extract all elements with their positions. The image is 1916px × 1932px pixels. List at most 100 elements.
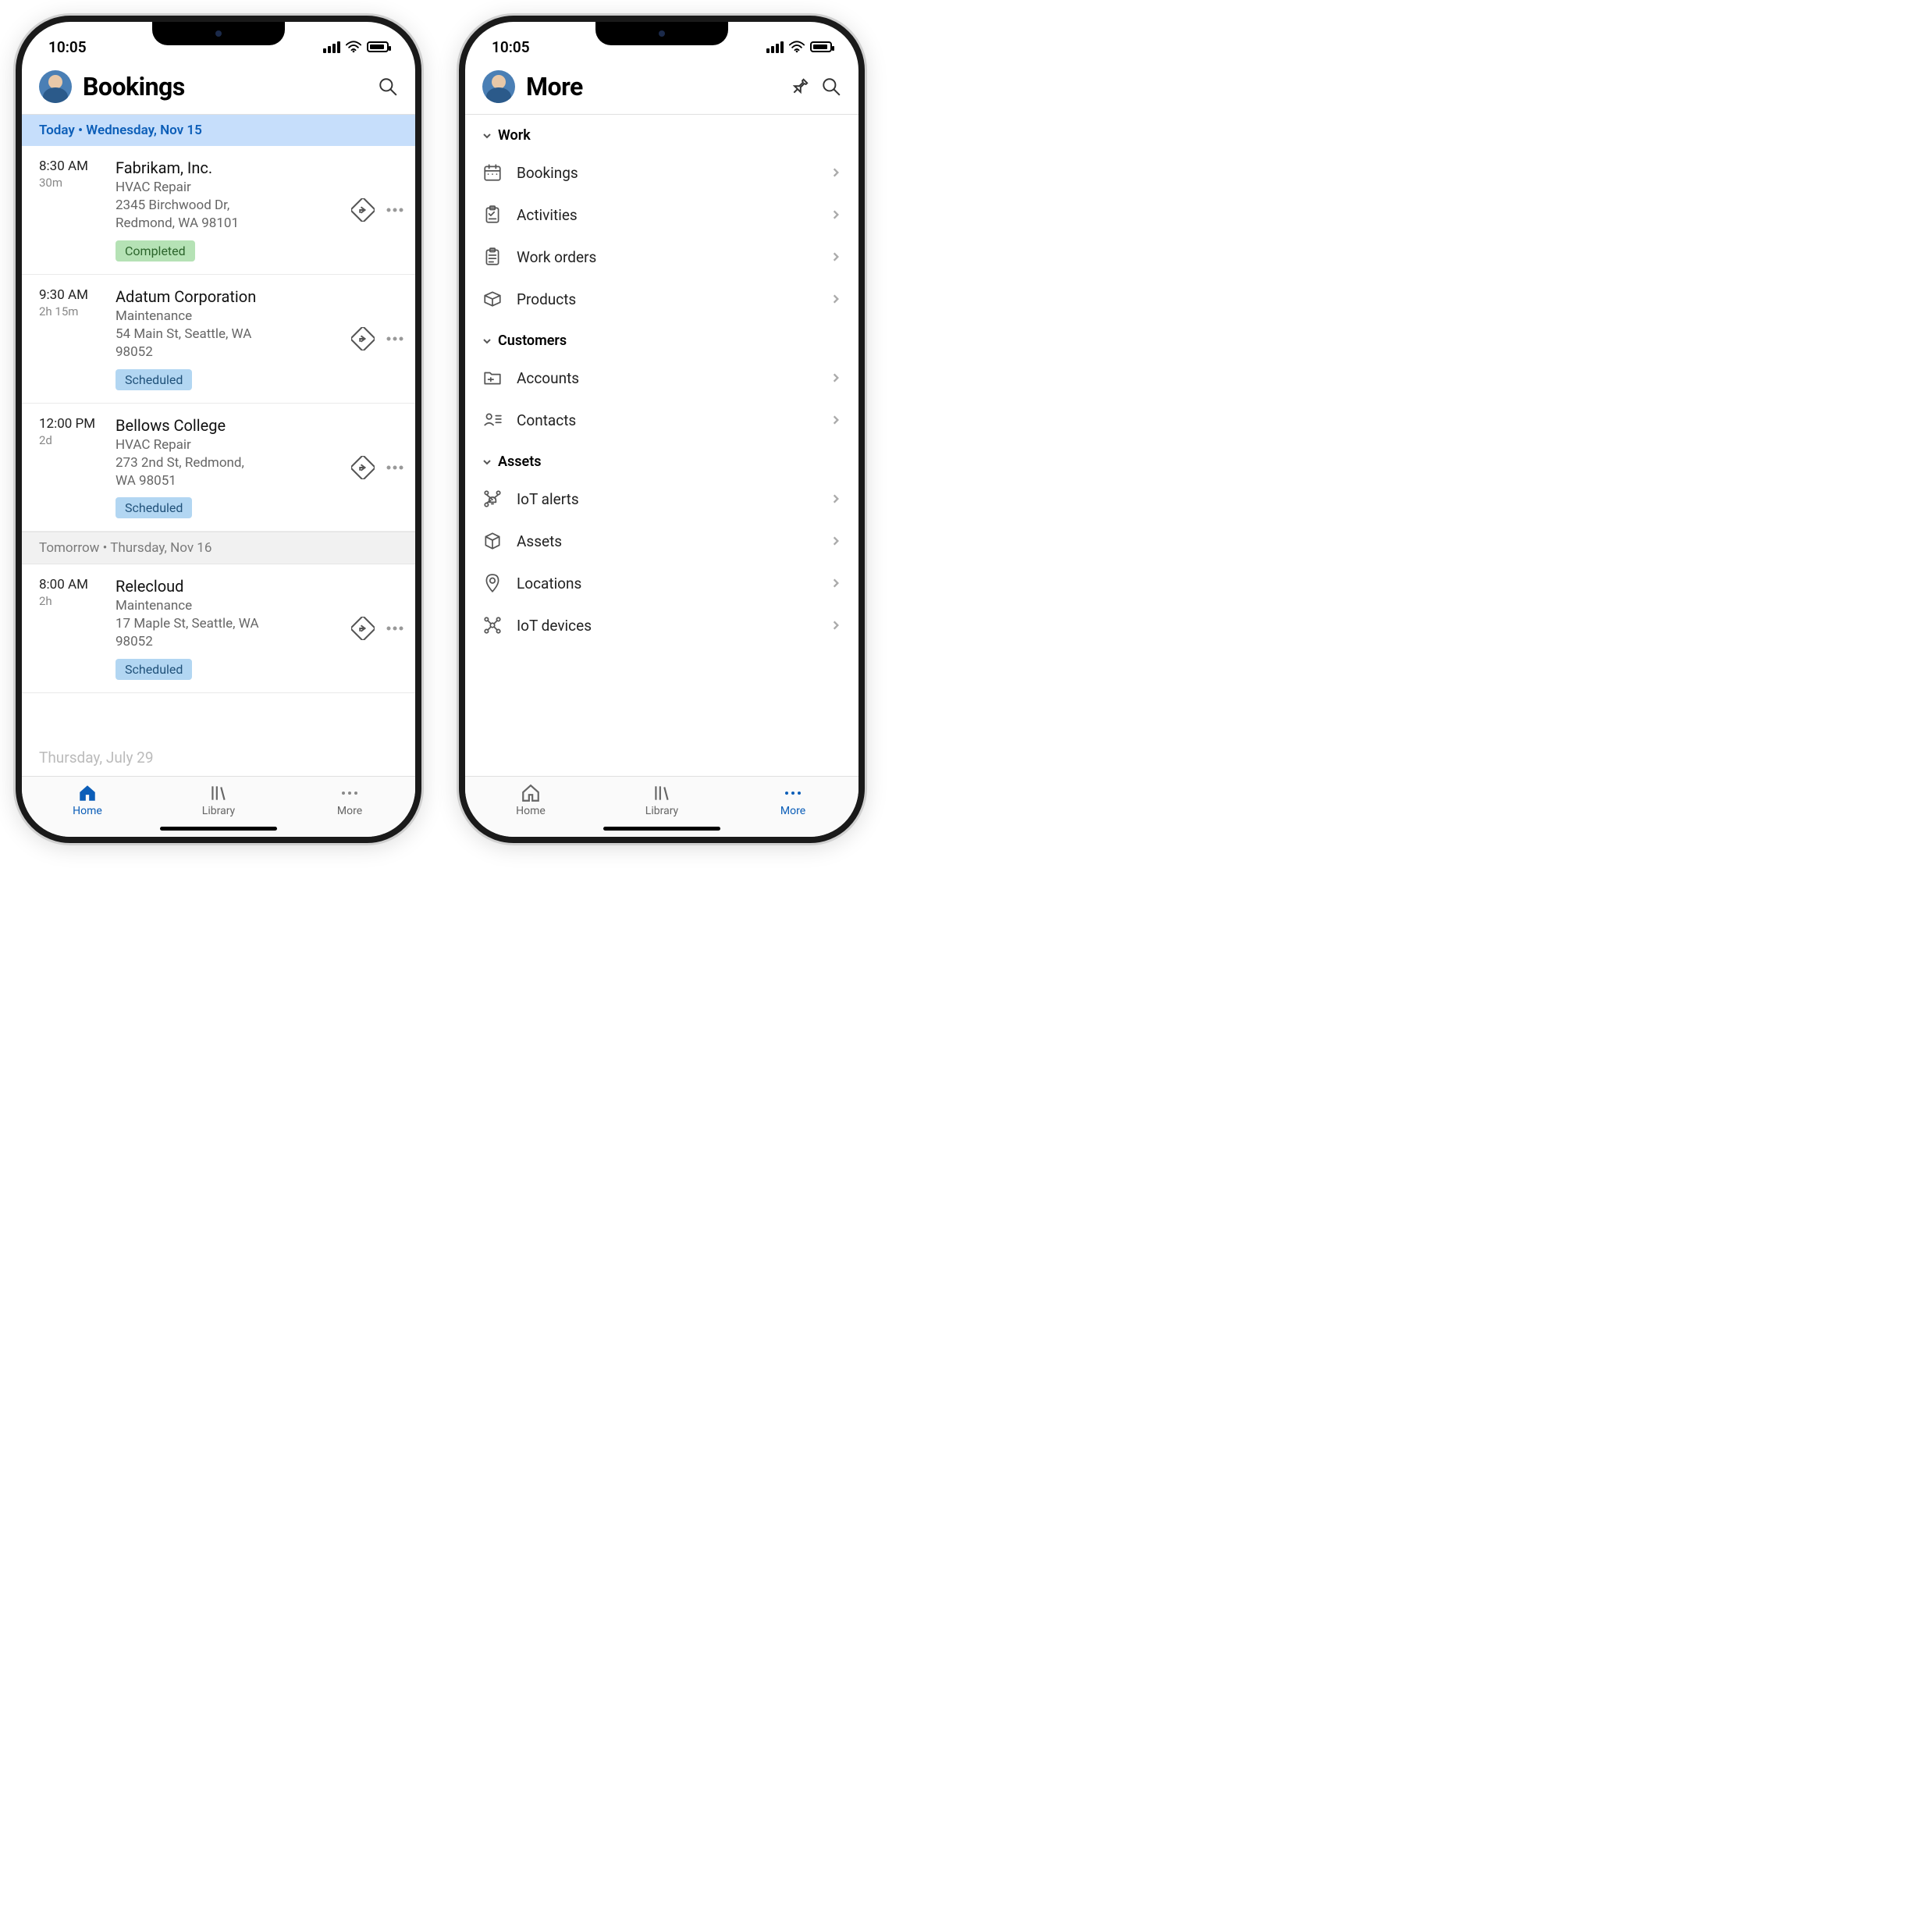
menu-item-label: IoT alerts — [517, 490, 816, 508]
chevron-right-icon — [830, 493, 841, 504]
booking-row[interactable]: 8:00 AM 2h Relecloud Maintenance 17 Mapl… — [22, 564, 415, 693]
menu-item-label: Accounts — [517, 369, 816, 387]
booking-address-line1: 54 Main St, Seattle, WA — [116, 326, 343, 343]
menu-item-assets[interactable]: Assets — [465, 520, 858, 562]
booking-status-badge: Scheduled — [116, 369, 192, 390]
tab-bar: Home Library More — [465, 776, 858, 837]
tab-library-label: Library — [202, 805, 235, 817]
menu-item-label: Assets — [517, 532, 816, 550]
section-label: Customers — [498, 333, 567, 349]
booking-status-badge: Scheduled — [116, 497, 192, 518]
search-icon[interactable] — [821, 76, 841, 97]
directions-icon[interactable] — [351, 198, 375, 222]
battery-icon — [367, 41, 389, 52]
ghost-date: Thursday, July 29 — [39, 749, 154, 767]
avatar[interactable] — [39, 70, 72, 103]
menu-item-contacts[interactable]: Contacts — [465, 399, 858, 441]
search-icon[interactable] — [378, 76, 398, 97]
phone-notch — [595, 22, 728, 45]
menu-item-activities[interactable]: Activities — [465, 194, 858, 236]
directions-icon[interactable] — [351, 617, 375, 640]
more-actions-icon[interactable] — [386, 465, 404, 470]
bookings-list[interactable]: Today • Wednesday, Nov 15 8:30 AM 30m Fa… — [22, 115, 415, 776]
tab-more[interactable]: More — [750, 783, 836, 817]
section-header-customers[interactable]: Customers — [465, 320, 858, 357]
booking-row[interactable]: 9:30 AM 2h 15m Adatum Corporation Mainte… — [22, 275, 415, 404]
menu-item-label: Bookings — [517, 164, 816, 182]
booking-address-line2: Redmond, WA 98101 — [116, 215, 343, 233]
section-header-work[interactable]: Work — [465, 115, 858, 151]
status-time: 10:05 — [48, 38, 87, 56]
menu-item-products[interactable]: Products — [465, 278, 858, 320]
booking-service: Maintenance — [116, 597, 343, 615]
more-menu-list[interactable]: Work Bookings Activities Work orders Pro… — [465, 115, 858, 776]
booking-address-line1: 273 2nd St, Redmond, — [116, 454, 343, 472]
cellular-icon — [766, 41, 784, 53]
tab-bar: Home Library More — [22, 776, 415, 837]
iot-device-icon — [482, 615, 503, 635]
home-indicator — [603, 827, 720, 831]
clipboard-icon — [482, 247, 503, 267]
booking-row[interactable]: 8:30 AM 30m Fabrikam, Inc. HVAC Repair 2… — [22, 146, 415, 275]
tab-library-label: Library — [645, 805, 678, 817]
section-header-assets[interactable]: Assets — [465, 441, 858, 478]
chevron-right-icon — [830, 251, 841, 262]
avatar[interactable] — [482, 70, 515, 103]
booking-duration: 2d — [39, 433, 108, 447]
tab-home[interactable]: Home — [44, 783, 130, 817]
booking-row[interactable]: 12:00 PM 2d Bellows College HVAC Repair … — [22, 404, 415, 532]
more-actions-icon[interactable] — [386, 626, 404, 631]
menu-item-accounts[interactable]: Accounts — [465, 357, 858, 399]
cube-icon — [482, 531, 503, 551]
library-icon — [208, 783, 229, 803]
booking-duration: 2h 15m — [39, 304, 108, 318]
more-actions-icon[interactable] — [386, 336, 404, 341]
more-icon — [342, 783, 357, 803]
library-icon — [652, 783, 672, 803]
booking-customer: Adatum Corporation — [116, 287, 343, 306]
menu-item-label: Contacts — [517, 411, 816, 429]
menu-item-locations[interactable]: Locations — [465, 562, 858, 604]
tab-home[interactable]: Home — [488, 783, 574, 817]
bookings-phone: 10:05 Bookings Today • Wednesday, Nov 15… — [16, 16, 421, 843]
tomorrow-section-header: Tomorrow • Thursday, Nov 16 — [22, 532, 415, 564]
phone-notch — [152, 22, 285, 45]
booking-address-line2: WA 98051 — [116, 472, 343, 490]
chevron-right-icon — [830, 167, 841, 178]
tab-library[interactable]: Library — [176, 783, 261, 817]
wifi-icon — [789, 41, 805, 53]
folder-icon — [482, 368, 503, 388]
booking-address-line2: 98052 — [116, 633, 343, 651]
tab-home-label: Home — [516, 805, 546, 817]
menu-item-iot alerts[interactable]: IoT alerts — [465, 478, 858, 520]
booking-start-time: 9:30 AM — [39, 287, 108, 303]
app-header: More — [465, 64, 858, 114]
booking-customer: Relecloud — [116, 577, 343, 596]
tab-more[interactable]: More — [307, 783, 393, 817]
checklist-icon — [482, 205, 503, 225]
more-actions-icon[interactable] — [386, 208, 404, 212]
today-section-header: Today • Wednesday, Nov 15 — [22, 115, 415, 146]
directions-icon[interactable] — [351, 327, 375, 350]
home-indicator — [160, 827, 277, 831]
pin-icon — [482, 573, 503, 593]
tab-library[interactable]: Library — [619, 783, 705, 817]
menu-item-label: Products — [517, 290, 816, 308]
booking-status-badge: Scheduled — [116, 659, 192, 680]
booking-start-time: 8:30 AM — [39, 158, 108, 174]
booking-start-time: 12:00 PM — [39, 416, 108, 432]
menu-item-work orders[interactable]: Work orders — [465, 236, 858, 278]
directions-icon[interactable] — [351, 456, 375, 479]
pin-icon[interactable] — [786, 73, 815, 101]
booking-address-line1: 17 Maple St, Seattle, WA — [116, 615, 343, 633]
booking-status-badge: Completed — [116, 240, 195, 262]
contacts-icon — [482, 410, 503, 430]
booking-duration: 30m — [39, 176, 108, 190]
booking-service: HVAC Repair — [116, 179, 343, 197]
menu-item-iot devices[interactable]: IoT devices — [465, 604, 858, 646]
booking-start-time: 8:00 AM — [39, 577, 108, 592]
menu-item-bookings[interactable]: Bookings — [465, 151, 858, 194]
booking-address-line2: 98052 — [116, 343, 343, 361]
chevron-right-icon — [830, 372, 841, 383]
calendar-icon — [482, 162, 503, 183]
